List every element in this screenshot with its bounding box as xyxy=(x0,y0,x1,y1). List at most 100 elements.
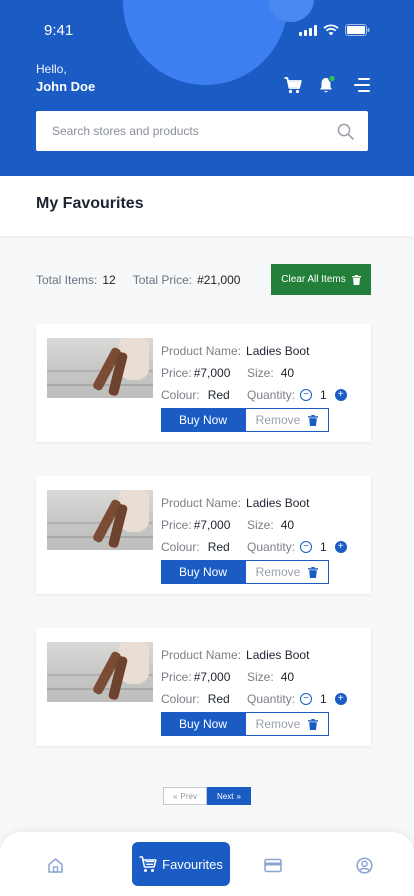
product-name-label: Product Name: xyxy=(161,496,242,510)
increase-quantity-button[interactable]: + xyxy=(334,389,347,401)
colour-row: Colour: Red xyxy=(161,540,230,554)
colour-label: Colour: xyxy=(161,388,200,402)
trash-icon xyxy=(308,718,319,730)
product-name-value: Ladies Boot xyxy=(246,648,310,662)
product-image[interactable] xyxy=(47,338,153,398)
total-price-label: Total Price: xyxy=(132,273,193,287)
quantity-row: Quantity: − 1 + xyxy=(247,540,347,554)
nav-profile[interactable] xyxy=(355,856,373,874)
quantity-row: Quantity: − 1 + xyxy=(247,692,347,706)
product-name-row: Product Name: Ladies Boot xyxy=(161,344,309,358)
price-label: Price: xyxy=(161,518,192,532)
nav-cards[interactable] xyxy=(264,856,282,874)
notification-button[interactable] xyxy=(316,74,338,96)
menu-button[interactable] xyxy=(351,74,373,96)
remove-button[interactable]: Remove xyxy=(245,408,329,432)
remove-button[interactable]: Remove xyxy=(245,712,329,736)
decrease-quantity-button[interactable]: − xyxy=(300,541,313,553)
total-items-label: Total Items: xyxy=(36,273,98,287)
greeting-text: Hello, xyxy=(36,62,67,76)
size-value: 40 xyxy=(280,670,295,684)
remove-label: Remove xyxy=(255,413,301,427)
nav-favourites-label: Favourites xyxy=(162,856,223,872)
increase-quantity-button[interactable]: + xyxy=(334,693,347,705)
buy-now-button[interactable]: Buy Now xyxy=(161,560,245,584)
prev-page-button[interactable]: « Prev xyxy=(163,787,207,805)
status-time: 9:41 xyxy=(44,22,74,39)
clear-all-label: Clear All Items xyxy=(281,274,346,285)
decrease-quantity-button[interactable]: − xyxy=(300,389,313,401)
trash-icon xyxy=(308,414,319,426)
total-items-value: 12 xyxy=(102,273,116,287)
double-chevron-right-icon: » xyxy=(236,791,241,801)
quantity-label: Quantity: xyxy=(247,540,296,554)
decorative-circle xyxy=(123,0,288,85)
prev-label: Prev xyxy=(180,791,197,801)
cart-summary: Total Items: 12 Total Price: #21,000 xyxy=(36,273,240,287)
product-name-label: Product Name: xyxy=(161,648,242,662)
price-value: #7,000 xyxy=(193,518,231,532)
colour-value: Red xyxy=(207,388,230,402)
size-label: Size: xyxy=(247,366,274,380)
cart-icon xyxy=(139,855,157,872)
quantity-value: 1 xyxy=(320,388,327,402)
buy-now-button[interactable]: Buy Now xyxy=(161,408,245,432)
status-icons xyxy=(299,24,370,36)
colour-label: Colour: xyxy=(161,540,200,554)
decrease-quantity-button[interactable]: − xyxy=(300,693,313,705)
search-icon[interactable] xyxy=(337,123,354,140)
increase-quantity-button[interactable]: + xyxy=(334,541,347,553)
remove-label: Remove xyxy=(255,565,301,579)
quantity-label: Quantity: xyxy=(247,692,296,706)
product-name-value: Ladies Boot xyxy=(246,496,310,510)
search-input[interactable] xyxy=(52,124,337,138)
home-icon xyxy=(47,857,63,873)
trash-icon xyxy=(308,566,319,578)
product-card: Product Name: Ladies Boot Price: #7,000 … xyxy=(36,628,371,746)
product-name-row: Product Name: Ladies Boot xyxy=(161,496,309,510)
product-image[interactable] xyxy=(47,642,153,702)
nav-home[interactable] xyxy=(46,856,64,874)
remove-button[interactable]: Remove xyxy=(245,560,329,584)
product-image[interactable] xyxy=(47,490,153,550)
search-bar xyxy=(36,111,368,151)
quantity-value: 1 xyxy=(320,540,327,554)
remove-label: Remove xyxy=(255,717,301,731)
user-name: John Doe xyxy=(36,79,96,94)
next-page-button[interactable]: Next » xyxy=(207,787,251,805)
size-row: Size: 40 xyxy=(247,670,294,684)
price-label: Price: xyxy=(161,366,192,380)
size-value: 40 xyxy=(280,366,295,380)
battery-icon xyxy=(345,24,370,36)
quantity-label: Quantity: xyxy=(247,388,296,402)
product-name-value: Ladies Boot xyxy=(246,344,310,358)
price-value: #7,000 xyxy=(193,670,231,684)
next-label: Next xyxy=(217,791,234,801)
price-row: Price: #7,000 xyxy=(161,518,230,532)
colour-row: Colour: Red xyxy=(161,692,230,706)
price-value: #7,000 xyxy=(193,366,231,380)
size-row: Size: 40 xyxy=(247,518,294,532)
colour-value: Red xyxy=(207,692,230,706)
cart-icon xyxy=(284,76,302,93)
clear-all-button[interactable]: Clear All Items xyxy=(271,264,371,295)
bell-icon xyxy=(320,75,336,93)
card-icon xyxy=(264,858,282,872)
app-header: 9:41 Hello, John Doe xyxy=(0,0,414,176)
pagination: « Prev Next » xyxy=(163,787,251,805)
colour-value: Red xyxy=(207,540,230,554)
signal-icon xyxy=(299,24,317,36)
double-chevron-left-icon: « xyxy=(173,791,178,801)
price-row: Price: #7,000 xyxy=(161,366,230,380)
quantity-row: Quantity: − 1 + xyxy=(247,388,347,402)
trash-icon xyxy=(351,274,361,285)
quantity-value: 1 xyxy=(320,692,327,706)
price-label: Price: xyxy=(161,670,192,684)
colour-label: Colour: xyxy=(161,692,200,706)
wifi-icon xyxy=(323,24,339,36)
buy-now-button[interactable]: Buy Now xyxy=(161,712,245,736)
nav-favourites[interactable]: Favourites xyxy=(132,842,230,886)
cart-button[interactable] xyxy=(282,74,304,96)
product-name-label: Product Name: xyxy=(161,344,242,358)
size-label: Size: xyxy=(247,670,274,684)
